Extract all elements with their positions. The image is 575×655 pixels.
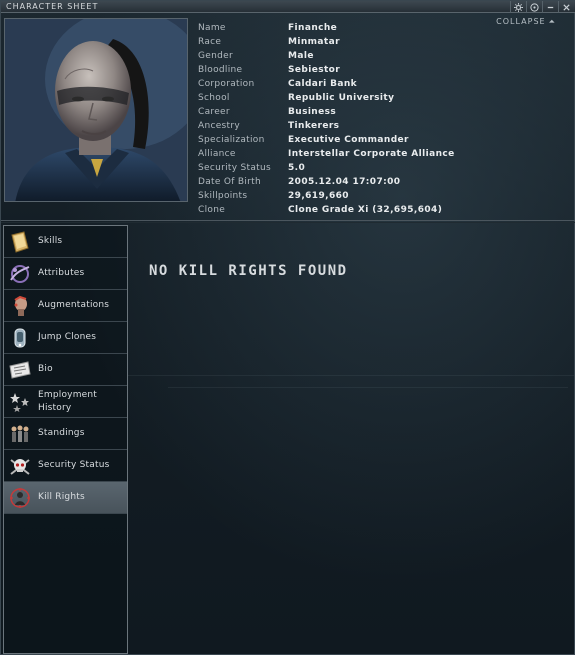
sidebar-item-label: Augmentations [38,300,110,310]
section-sidebar: Skills Attributes Augmentations Jump Clo… [3,225,128,654]
sidebar-item-label: Employment History [38,389,98,413]
sidebar-item-label: Skills [38,236,63,246]
info-label: Name [198,23,226,33]
book-icon [7,229,33,255]
info-value[interactable]: Interstellar Corporate Alliance [288,149,455,159]
info-row-name: Name Finanche [198,21,568,35]
kill-rights-panel: NO KILL RIGHTS FOUND [128,225,574,654]
info-value: Clone Grade Xi (32,695,604) [288,205,443,215]
sidebar-item-jump-clones[interactable]: Jump Clones [4,322,127,354]
info-row-school: School Republic University [198,91,568,105]
header-divider-shadow [1,222,575,223]
info-label: Gender [198,51,233,61]
info-value: Executive Commander [288,135,409,145]
info-label: Security Status [198,163,271,173]
header-divider [1,220,575,221]
sidebar-item-bio[interactable]: Bio [4,354,127,386]
info-row-gender: Gender Male [198,49,568,63]
info-value: Business [288,107,337,117]
sidebar-item-augmentations[interactable]: Augmentations [4,290,127,322]
sidebar-item-security-status[interactable]: Security Status [4,450,127,482]
info-label: Specialization [198,135,265,145]
sidebar-item-skills[interactable]: Skills [4,226,127,258]
info-label: Race [198,37,222,47]
sidebar-item-attributes[interactable]: Attributes [4,258,127,290]
sidebar-item-label: Jump Clones [38,332,97,342]
info-value: Male [288,51,314,61]
sidebar-item-standings[interactable]: Standings [4,418,127,450]
character-portrait [4,18,188,202]
info-row-skillpoints: Skillpoints 29,619,660 [198,189,568,203]
info-label: Ancestry [198,121,240,131]
target-person-icon [7,485,33,511]
sidebar-item-employment-history[interactable]: Employment History [4,386,127,418]
settings-icon[interactable] [510,1,526,13]
close-icon[interactable] [558,1,574,13]
info-label: Corporation [198,79,255,89]
info-value[interactable]: Minmatar [288,37,340,47]
info-label: Date Of Birth [198,177,261,187]
info-value: 29,619,660 [288,191,349,201]
document-icon [7,357,33,383]
sidebar-item-label: Kill Rights [38,492,85,502]
skull-icon [7,453,33,479]
info-row-race: Race Minmatar [198,35,568,49]
background-streak [128,375,574,376]
info-label: Clone [198,205,226,215]
stars-icon [7,389,33,415]
info-value: Tinkerers [288,121,340,131]
title-bar[interactable]: CHARACTER SHEET [1,1,575,13]
character-sheet-window: CHARACTER SHEET COLLAPSE ⏶ Name Finanche… [0,0,575,655]
info-value[interactable]: Republic University [288,93,394,103]
info-row-date-of-birth: Date Of Birth 2005.12.04 17:07:00 [198,175,568,189]
info-icon[interactable] [526,1,542,13]
attributes-icon [7,261,33,287]
sidebar-item-label: Attributes [38,268,85,278]
background-streak [168,387,568,388]
info-row-security-status: Security Status 5.0 [198,161,568,175]
sidebar-item-label: Bio [38,364,53,374]
info-value: Finanche [288,23,338,33]
clone-pod-icon [7,325,33,351]
window-title: CHARACTER SHEET [6,2,99,11]
info-row-specialization: Specialization Executive Commander [198,133,568,147]
info-row-career: Career Business [198,105,568,119]
info-value[interactable]: Caldari Bank [288,79,357,89]
info-label: Alliance [198,149,236,159]
sidebar-item-kill-rights[interactable]: Kill Rights [4,482,127,514]
info-value[interactable]: Sebiestor [288,65,340,75]
character-info: Name Finanche Race Minmatar Gender Male Blo… [198,21,568,217]
people-icon [7,421,33,447]
info-label: Career [198,107,230,117]
empty-state-message: NO KILL RIGHTS FOUND [149,263,348,279]
info-label: School [198,93,230,103]
info-label: Bloodline [198,65,243,75]
info-row-corporation: Corporation Caldari Bank [198,77,568,91]
info-row-alliance: Alliance Interstellar Corporate Alliance [198,147,568,161]
window-controls [510,1,574,13]
info-value: 5.0 [288,163,306,173]
sidebar-item-label: Security Status [38,460,110,470]
info-value: 2005.12.04 17:07:00 [288,177,401,187]
sidebar-item-label: Standings [38,428,85,438]
implant-head-icon [7,293,33,319]
info-label: Skillpoints [198,191,248,201]
info-row-ancestry: Ancestry Tinkerers [198,119,568,133]
info-row-bloodline: Bloodline Sebiestor [198,63,568,77]
info-row-clone: Clone Clone Grade Xi (32,695,604) [198,203,568,217]
minimize-icon[interactable] [542,1,558,13]
